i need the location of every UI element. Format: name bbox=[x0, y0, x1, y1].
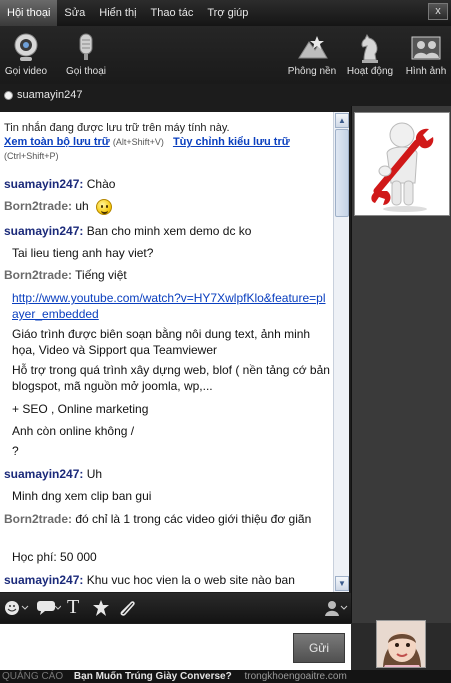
menu-conversation[interactable]: Hội thoại bbox=[0, 0, 58, 26]
message-text: Hỗ trợ trong quá trình xây dựng web, blo… bbox=[12, 363, 330, 393]
compose-toolbar: T bbox=[0, 593, 351, 623]
message-text: Ban cho minh xem demo dc ko bbox=[86, 224, 252, 238]
message: suamayin247: Chào bbox=[4, 176, 330, 192]
user-photo-icon bbox=[377, 621, 425, 667]
scroll-up-arrow-icon[interactable]: ▲ bbox=[335, 113, 349, 128]
video-call-button[interactable]: Gọi video bbox=[0, 32, 56, 77]
photos-icon bbox=[411, 36, 441, 60]
view-archive-shortcut: (Alt+Shift+V) bbox=[112, 137, 164, 147]
message-text: ? bbox=[12, 444, 19, 458]
wink-icon[interactable] bbox=[35, 599, 61, 617]
message-text: Khu vuc hoc vien la o web site nào ban bbox=[86, 573, 295, 587]
status-icon bbox=[4, 90, 13, 100]
own-display-picture[interactable] bbox=[376, 620, 426, 668]
photos-button[interactable]: Hình ảnh bbox=[396, 32, 451, 77]
archive-notice: Tin nhắn đang được lưu trữ trên máy tính… bbox=[4, 121, 330, 163]
message-sender: suamayin247: bbox=[4, 467, 84, 481]
message-sender: suamayin247: bbox=[4, 224, 84, 238]
message-sender: Born2trade: bbox=[4, 512, 73, 526]
font-icon[interactable]: T bbox=[67, 596, 79, 618]
background-button[interactable]: Phông nền bbox=[282, 32, 342, 77]
close-button[interactable]: x bbox=[428, 3, 448, 20]
menu-help[interactable]: Trợ giúp bbox=[200, 0, 255, 26]
smiley-emoticon-icon bbox=[96, 198, 113, 215]
figure-with-wrench-icon bbox=[371, 122, 434, 212]
message-sender: suamayin247: bbox=[4, 177, 84, 191]
message: suamayin247: Ban cho minh xem demo dc ko bbox=[4, 223, 330, 239]
chat-scrollbar[interactable]: ▲ ▼ bbox=[333, 112, 349, 592]
menu-edit[interactable]: Sửa bbox=[57, 0, 92, 26]
activities-label: Hoạt động bbox=[346, 66, 394, 77]
background-icon bbox=[298, 36, 328, 59]
nudge-icon[interactable] bbox=[92, 599, 110, 617]
custom-archive-link[interactable]: Tùy chỉnh kiểu lưu trữ bbox=[173, 136, 290, 148]
message-text: Học phí: 50 000 bbox=[12, 550, 97, 564]
message: suamayin247: Uh bbox=[4, 466, 330, 482]
message-text: Anh còn online không / bbox=[12, 424, 135, 438]
voice-call-label: Gọi thoại bbox=[65, 66, 107, 77]
contact-display-picture[interactable] bbox=[354, 112, 450, 216]
contact-bar: suamayin247 bbox=[0, 84, 451, 106]
toolbar: Gọi video Gọi thoại Phông nền Hoạt động bbox=[0, 26, 451, 84]
message-text: Uh bbox=[86, 467, 103, 481]
message-sender: Born2trade: bbox=[4, 268, 73, 282]
message: Born2trade: Tiếng việt bbox=[4, 267, 330, 283]
archive-notice-text: Tin nhắn đang được lưu trữ trên máy tính… bbox=[4, 122, 230, 134]
message-text: Chào bbox=[86, 177, 116, 191]
message-text: + SEO , Online marketing bbox=[12, 402, 149, 416]
scroll-thumb[interactable] bbox=[335, 129, 349, 217]
background-label: Phông nền bbox=[287, 66, 337, 77]
message-sender: Born2trade: bbox=[4, 199, 73, 213]
emoticon-icon[interactable] bbox=[3, 599, 31, 617]
activities-button[interactable]: Hoạt động bbox=[340, 32, 400, 77]
voice-call-button[interactable]: Gọi thoại bbox=[56, 32, 116, 77]
video-call-label: Gọi video bbox=[4, 66, 48, 77]
webcam-icon bbox=[14, 33, 38, 61]
ad-url[interactable]: trongkhoengoaitre.com bbox=[245, 671, 347, 682]
ad-label: QUẢNG CÁO bbox=[2, 671, 64, 682]
attachment-icon[interactable] bbox=[118, 599, 136, 617]
message-text: Tiếng việt bbox=[75, 268, 127, 282]
message-text: Minh dng xem clip ban gui bbox=[12, 489, 152, 503]
scroll-down-arrow-icon[interactable]: ▼ bbox=[335, 576, 349, 591]
view-archive-link[interactable]: Xem toàn bộ lưu trữ bbox=[4, 136, 110, 148]
display-picture-panel bbox=[351, 106, 451, 623]
message-sender: suamayin247: bbox=[4, 573, 84, 587]
message: Born2trade: đó chỉ là 1 trong các video … bbox=[4, 511, 322, 527]
message: suamayin247: Khu vuc hoc vien la o web s… bbox=[4, 572, 330, 588]
microphone-icon bbox=[79, 33, 93, 60]
contact-options-icon[interactable] bbox=[324, 599, 348, 617]
message-text: Tai lieu tieng anh hay viet? bbox=[12, 246, 154, 260]
ad-bar[interactable]: QUẢNG CÁO Bạn Muốn Trúng Giày Converse? … bbox=[0, 670, 451, 683]
contact-name[interactable]: suamayin247 bbox=[17, 89, 82, 101]
chat-history[interactable]: Tin nhắn đang được lưu trữ trên máy tính… bbox=[0, 112, 333, 592]
menu-bar: Hội thoại Sửa Hiển thị Thao tác Trợ giúp… bbox=[0, 0, 451, 26]
message: Born2trade: uh bbox=[4, 198, 330, 215]
message-text: uh bbox=[75, 199, 89, 213]
custom-archive-shortcut: (Ctrl+Shift+P) bbox=[4, 151, 59, 161]
menu-actions[interactable]: Thao tác bbox=[144, 0, 201, 26]
photos-label: Hình ảnh bbox=[405, 66, 447, 77]
send-button[interactable]: Gửi bbox=[293, 633, 345, 663]
message-text: Giáo trình được biên soạn bằng nôi dung … bbox=[12, 327, 311, 357]
chess-knight-icon bbox=[361, 34, 378, 63]
youtube-link[interactable]: http://www.youtube.com/watch?v=HY7XwlpfK… bbox=[12, 290, 330, 322]
ad-title[interactable]: Bạn Muốn Trúng Giày Converse? bbox=[74, 671, 232, 682]
menu-view[interactable]: Hiển thị bbox=[92, 0, 143, 26]
message-text: đó chỉ là 1 trong các video giới thiệu đ… bbox=[75, 512, 312, 526]
